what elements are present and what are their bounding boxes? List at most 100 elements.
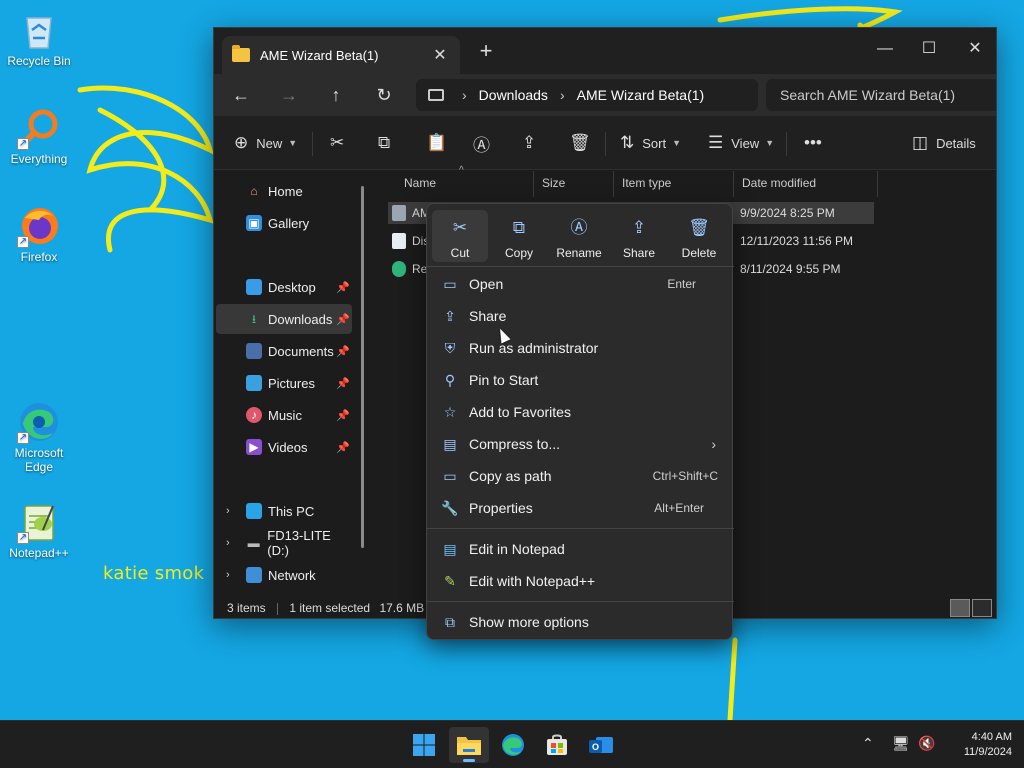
column-header-date[interactable]: Date modified: [734, 171, 878, 197]
menu-item-run-as-admin[interactable]: ⛨ Run as administrator: [433, 333, 726, 363]
pin-icon[interactable]: 📌: [336, 441, 350, 454]
pin-icon[interactable]: 📌: [336, 377, 350, 390]
nav-item-label: Gallery: [268, 215, 310, 231]
desktop-icon-firefox[interactable]: ↗ Firefox: [1, 204, 77, 264]
nav-item-label: This PC: [268, 503, 315, 519]
delete-button[interactable]: 🗑: [569, 130, 599, 156]
details-view-button[interactable]: [950, 599, 970, 617]
nav-item-label: Downloads: [268, 311, 333, 327]
title-bar[interactable]: AME Wizard Beta(1) ✕ + — ☐ ✕: [214, 28, 996, 74]
cut-button[interactable]: ✂: [330, 130, 352, 156]
menu-divider: [427, 266, 734, 267]
nav-item-downloads[interactable]: ⭳ Downloads 📌: [216, 304, 352, 334]
start-button[interactable]: [404, 727, 444, 763]
outlook-icon: O: [589, 737, 613, 753]
clock-date: 11/9/2024: [963, 746, 1012, 758]
rename-button[interactable]: Ⓐ: [473, 130, 498, 156]
nav-item-drive[interactable]: › ▬ FD13-LITE (D:): [216, 528, 352, 558]
nav-item-desktop[interactable]: Desktop 📌: [216, 272, 352, 302]
nav-item-label: FD13-LITE (D:): [267, 528, 331, 558]
taskbar-store[interactable]: [537, 727, 577, 763]
taskbar-file-explorer[interactable]: [449, 727, 489, 763]
pin-icon[interactable]: 📌: [336, 281, 350, 294]
pin-icon[interactable]: 📌: [336, 345, 350, 358]
desktop-icon-everything[interactable]: ↗ Everything: [1, 106, 77, 166]
copy-action[interactable]: ⧉ Copy: [491, 210, 547, 262]
search-input[interactable]: Search AME Wizard Beta(1): [766, 79, 996, 111]
new-button[interactable]: ⊕ New ▼: [234, 130, 297, 156]
new-tab-button[interactable]: +: [472, 38, 500, 66]
taskbar-outlook[interactable]: O: [581, 727, 621, 763]
close-button[interactable]: ✕: [953, 34, 996, 64]
up-button[interactable]: ↑: [321, 80, 351, 110]
pin-icon[interactable]: 📌: [336, 409, 350, 422]
paste-button[interactable]: 📋: [426, 130, 455, 156]
copy-button[interactable]: ⧉: [378, 130, 398, 156]
nav-item-pictures[interactable]: Pictures 📌: [216, 368, 352, 398]
wrench-icon: 🔧: [441, 499, 459, 516]
menu-item-share[interactable]: ⇪ Share: [433, 301, 726, 331]
menu-item-open[interactable]: ▭ Open Enter: [433, 269, 726, 299]
more-button[interactable]: •••: [804, 130, 830, 156]
menu-item-add-favorites[interactable]: ☆ Add to Favorites: [433, 397, 726, 427]
shortcut-arrow-icon: ↗: [17, 532, 29, 544]
menu-item-edit-notepad[interactable]: ▤ Edit in Notepad: [433, 534, 726, 564]
navigation-scrollbar[interactable]: [361, 186, 364, 548]
forward-button[interactable]: →: [274, 80, 304, 110]
refresh-button[interactable]: ↻: [369, 80, 399, 110]
column-header-size[interactable]: Size: [534, 171, 614, 197]
column-header-type[interactable]: Item type: [614, 171, 734, 197]
taskbar-edge[interactable]: [493, 727, 533, 763]
menu-item-copy-path[interactable]: ▭ Copy as path Ctrl+Shift+C: [433, 461, 726, 491]
nav-item-music[interactable]: ♪ Music 📌: [216, 400, 352, 430]
maximize-button[interactable]: ☐: [907, 34, 951, 64]
clock[interactable]: 4:40 AM 11/9/2024: [940, 730, 1012, 760]
star-icon: ☆: [443, 403, 457, 420]
details-button[interactable]: ◫ Details: [912, 130, 976, 156]
nav-item-this-pc[interactable]: › This PC: [216, 496, 352, 526]
sort-button[interactable]: ⇅ Sort ▼: [620, 130, 681, 156]
sort-label: Sort: [642, 135, 667, 151]
nav-item-gallery[interactable]: ▣ Gallery: [216, 208, 352, 238]
breadcrumb-downloads[interactable]: Downloads: [479, 87, 548, 103]
menu-item-show-more[interactable]: ⧉ Show more options: [433, 607, 726, 637]
rename-action[interactable]: Ⓐ Rename: [551, 210, 607, 262]
menu-item-edit-notepadpp[interactable]: ✎ Edit with Notepad++: [433, 566, 726, 596]
delete-action[interactable]: 🗑 Delete: [671, 210, 727, 262]
show-hidden-icons-button[interactable]: ⌃: [862, 735, 874, 752]
nav-item-home[interactable]: ⌂ Home: [216, 176, 352, 206]
nav-item-documents[interactable]: Documents 📌: [216, 336, 352, 366]
desktop-icon-edge[interactable]: ↗ Microsoft Edge: [1, 400, 77, 474]
network-icon[interactable]: 🖥: [892, 735, 910, 752]
menu-item-properties[interactable]: 🔧 Properties Alt+Enter: [433, 493, 726, 523]
cut-action[interactable]: ✂ Cut: [432, 210, 488, 262]
desktop-icon-label: Everything: [10, 152, 68, 166]
notepad-icon: ▤: [443, 540, 457, 557]
breadcrumb-current[interactable]: AME Wizard Beta(1): [577, 87, 705, 103]
share-action[interactable]: ⇪ Share: [611, 210, 667, 262]
document-icon: [392, 233, 406, 249]
nav-item-videos[interactable]: ▶ Videos 📌: [216, 432, 352, 462]
back-button[interactable]: ←: [226, 80, 256, 110]
nav-item-network[interactable]: › Network: [216, 560, 352, 590]
desktop-icon-notepadpp[interactable]: ↗ Notepad++: [1, 500, 77, 560]
chevron-down-icon: ▼: [288, 138, 298, 148]
chevron-right-icon[interactable]: ›: [226, 505, 230, 517]
desktop-icon-recycle-bin[interactable]: Recycle Bin: [1, 8, 77, 68]
pin-icon[interactable]: 📌: [336, 313, 350, 326]
address-bar[interactable]: › Downloads › AME Wizard Beta(1): [416, 79, 758, 111]
close-tab-icon[interactable]: ✕: [430, 45, 450, 65]
minimize-button[interactable]: —: [863, 34, 907, 64]
explorer-tab[interactable]: AME Wizard Beta(1) ✕: [222, 36, 460, 74]
share-button[interactable]: ⇪: [522, 130, 544, 156]
clock-time: 4:40 AM: [971, 731, 1012, 743]
chevron-right-icon[interactable]: ›: [226, 537, 230, 549]
volume-muted-icon[interactable]: 🔇: [918, 735, 935, 752]
view-button[interactable]: ☰ View ▼: [708, 130, 774, 156]
details-pane-icon: ◫: [912, 133, 929, 152]
menu-item-pin-to-start[interactable]: ⚲ Pin to Start: [433, 365, 726, 395]
chevron-right-icon[interactable]: ›: [226, 569, 230, 581]
column-header-name[interactable]: Name: [396, 171, 534, 197]
tiles-view-button[interactable]: [972, 599, 992, 617]
menu-item-compress[interactable]: ▤ Compress to... ›: [433, 429, 726, 459]
